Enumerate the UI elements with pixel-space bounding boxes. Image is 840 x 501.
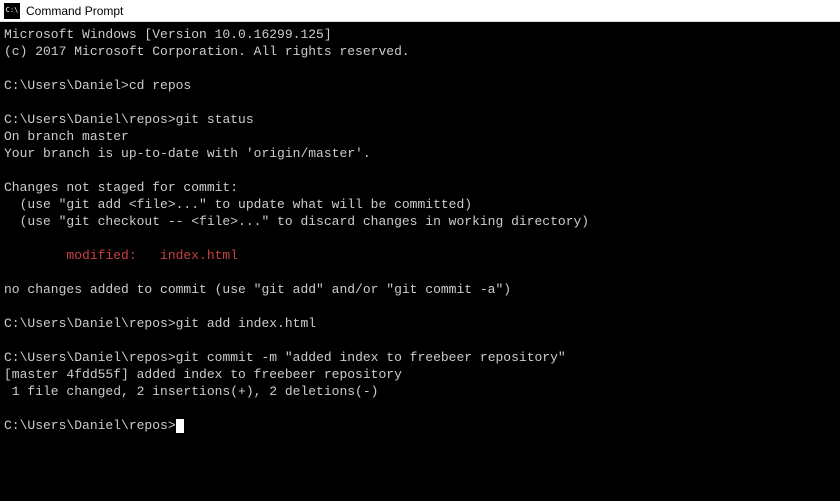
command: cd repos [129, 78, 191, 93]
out-line: On branch master [4, 129, 129, 144]
out-line: (use "git add <file>..." to update what … [4, 197, 472, 212]
out-line: (c) 2017 Microsoft Corporation. All righ… [4, 44, 410, 59]
out-line: Changes not staged for commit: [4, 180, 238, 195]
command-prompt-window: Command Prompt Microsoft Windows [Versio… [0, 0, 840, 501]
prompt: C:\Users\Daniel> [4, 78, 129, 93]
prompt: C:\Users\Daniel\repos> [4, 418, 176, 433]
command-prompt-icon [4, 3, 20, 19]
command: git add index.html [176, 316, 316, 331]
out-line: no changes added to commit (use "git add… [4, 282, 511, 297]
out-line: (use "git checkout -- <file>..." to disc… [4, 214, 589, 229]
command: git commit -m "added index to freebeer r… [176, 350, 566, 365]
terminal-output[interactable]: Microsoft Windows [Version 10.0.16299.12… [0, 22, 840, 501]
titlebar[interactable]: Command Prompt [0, 0, 840, 22]
prompt: C:\Users\Daniel\repos> [4, 316, 176, 331]
window-title: Command Prompt [26, 4, 123, 18]
out-line: Microsoft Windows [Version 10.0.16299.12… [4, 27, 332, 42]
out-line: [master 4fdd55f] added index to freebeer… [4, 367, 402, 382]
command: git status [176, 112, 254, 127]
cursor [176, 419, 184, 433]
prompt: C:\Users\Daniel\repos> [4, 112, 176, 127]
out-line-modified: modified: index.html [4, 248, 238, 263]
out-line: Your branch is up-to-date with 'origin/m… [4, 146, 371, 161]
out-line: 1 file changed, 2 insertions(+), 2 delet… [4, 384, 378, 399]
prompt: C:\Users\Daniel\repos> [4, 350, 176, 365]
